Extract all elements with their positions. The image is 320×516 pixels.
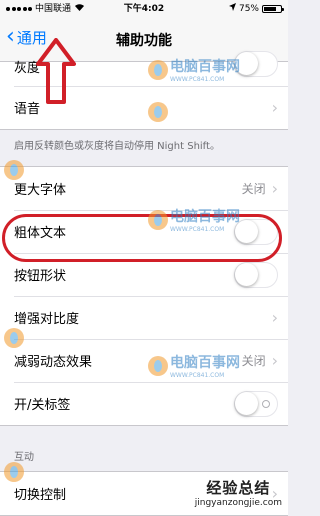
chevron-right-icon: › (271, 351, 278, 370)
watermark-logo-icon (4, 328, 24, 348)
watermark: 电脑百事网 WWW.PC841.COM (148, 206, 240, 233)
watermark (4, 328, 24, 348)
watermark-logo-icon (148, 102, 168, 122)
watermark (4, 462, 24, 482)
row-label: 开/关标签 (14, 398, 71, 413)
chevron-right-icon: › (271, 179, 278, 198)
watermark-logo-icon (148, 355, 168, 376)
group-footer-note: 启用反转颜色或灰度将自动停用 Night Shift。 (14, 141, 220, 152)
annotation-arrow-icon (36, 38, 76, 104)
brand-watermark: 经验总结 jingyanzongjie.com (195, 477, 282, 508)
settings-list: 灰度 语音 › 启用反转颜色或灰度将自动停用 Night Shift。 更大字体… (0, 51, 288, 516)
row-value: 关闭 (241, 182, 266, 196)
watermark: 电脑百事网 WWW.PC841.COM (148, 56, 240, 83)
row-label: 按钮形状 (14, 269, 67, 284)
watermark-logo-icon (4, 160, 24, 180)
section-header-interaction: 互动 (14, 452, 34, 463)
button-shapes-toggle[interactable] (234, 261, 278, 288)
settings-row-on-off-labels[interactable]: 开/关标签 (0, 382, 288, 425)
battery-percent: 75% (238, 4, 259, 14)
watermark-logo-icon (148, 209, 168, 230)
settings-group-text: 更大字体 关闭 › 粗体文本 按钮形状 增强对比度 › 减弱动态效果 关闭 › … (0, 166, 288, 426)
settings-row-reduce-motion[interactable]: 减弱动态效果 关闭 › (0, 339, 288, 382)
watermark-logo-icon (148, 59, 168, 80)
chevron-right-icon: › (271, 308, 278, 327)
watermark-logo-icon (4, 462, 24, 482)
battery-icon (262, 5, 284, 13)
watermark: 电脑百事网 WWW.PC841.COM (148, 352, 240, 379)
watermark (148, 102, 168, 122)
location-icon (228, 0, 236, 18)
row-label: 更大字体 (14, 183, 67, 198)
battery-info: 75% (228, 0, 284, 18)
settings-row-larger-text[interactable]: 更大字体 关闭 › (0, 167, 288, 210)
settings-row-increase-contrast[interactable]: 增强对比度 › (0, 296, 288, 339)
brand-watermark-url: jingyanzongjie.com (194, 498, 282, 508)
chevron-right-icon: › (271, 98, 278, 117)
brand-watermark-title: 经验总结 (206, 479, 271, 497)
on-off-labels-toggle[interactable] (234, 390, 278, 417)
grayscale-toggle[interactable] (234, 51, 278, 77)
watermark (4, 160, 24, 180)
annotation-highlight-oval (2, 214, 282, 262)
row-label: 增强对比度 (14, 312, 80, 327)
row-value: 关闭 (241, 354, 266, 368)
status-bar: 中国联通 下午4:02 75% (0, 0, 288, 18)
